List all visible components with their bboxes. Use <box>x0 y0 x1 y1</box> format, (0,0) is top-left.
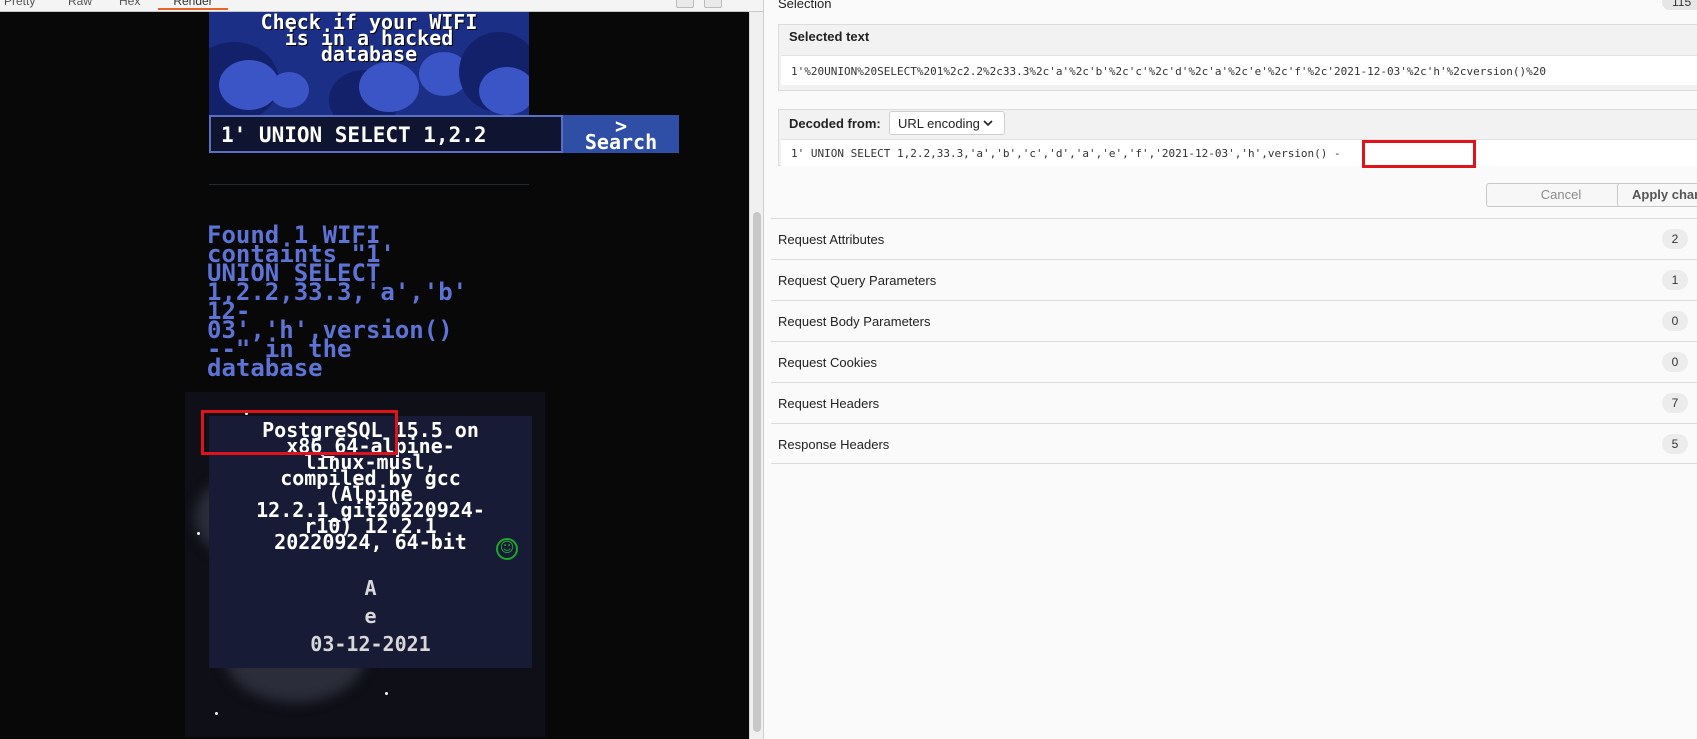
attr-row-request-headers[interactable]: Request Headers 7 <box>771 382 1697 423</box>
chevron-down-icon <box>983 120 993 127</box>
selected-text-panel: Selected text 1'%20UNION%20SELECT%201%2c… <box>778 24 1697 91</box>
attr-count-badge: 0 <box>1662 311 1688 331</box>
search-button[interactable]: > Search <box>563 115 679 153</box>
attr-label: Request Cookies <box>778 355 877 370</box>
selected-text-value[interactable]: 1'%20UNION%20SELECT%201%2c2.2%2c33.3%2c'… <box>781 55 1697 85</box>
result-field-a: A <box>364 576 377 600</box>
selection-count-badge: 115 <box>1662 0 1697 10</box>
selected-text-label: Selected text <box>789 29 870 44</box>
decoded-from-label: Decoded from: <box>789 116 881 131</box>
selection-heading: Selection <box>778 0 832 11</box>
attr-count-badge: 1 <box>1662 270 1688 290</box>
hero-banner: Check if your WIFI is in a hacked databa… <box>209 12 529 116</box>
attr-row-response-headers[interactable]: Response Headers 5 <box>771 423 1697 464</box>
decoded-panel: Decoded from: URL encoding 1' UNION SELE… <box>778 109 1697 166</box>
apply-changes-button[interactable]: Apply chan <box>1617 183 1697 207</box>
attr-row-query-parameters[interactable]: Request Query Parameters 1 <box>771 259 1697 300</box>
tab-raw[interactable]: Raw <box>68 0 92 10</box>
vertical-scrollbar[interactable] <box>749 12 763 739</box>
toggle-icon[interactable] <box>676 0 694 8</box>
cancel-button[interactable]: Cancel <box>1486 183 1636 207</box>
tab-render[interactable]: Render <box>158 0 228 10</box>
rendered-page: Check if your WIFI is in a hacked databa… <box>0 12 749 739</box>
attr-label: Request Attributes <box>778 232 885 247</box>
scrollbar-thumb[interactable] <box>753 212 761 732</box>
attr-label: Request Body Parameters <box>778 314 931 329</box>
view-tabs: Pretty Raw Hex Render <box>0 0 763 12</box>
attr-row-cookies[interactable]: Request Cookies 0 <box>771 341 1697 382</box>
response-render-pane: Pretty Raw Hex Render Check if your WIFI… <box>0 0 763 739</box>
decoding-select[interactable]: URL encoding <box>889 111 1005 135</box>
result-date: 03-12-2021 <box>310 632 431 656</box>
attr-label: Response Headers <box>778 437 890 452</box>
smiley-icon: ☺ <box>496 538 518 560</box>
postgresql-highlight-box <box>201 410 398 455</box>
attr-count-badge: 0 <box>1662 352 1688 372</box>
request-attributes-list: Request Attributes 2 Request Query Param… <box>771 218 1697 464</box>
inspector-pane: Selection 115 Selected text 1'%20UNION%2… <box>763 0 1697 739</box>
attr-label: Request Query Parameters <box>778 273 937 288</box>
hero-title: Check if your WIFI is in a hacked databa… <box>260 12 478 66</box>
divider <box>209 184 529 185</box>
decoding-value: URL encoding <box>898 116 980 131</box>
wifi-search-form: 1' UNION SELECT 1,2.2 > Search <box>209 115 679 153</box>
attr-row-request-attributes[interactable]: Request Attributes 2 <box>771 218 1697 259</box>
wifi-search-input[interactable]: 1' UNION SELECT 1,2.2 <box>209 115 563 153</box>
result-field-e: e <box>364 604 377 628</box>
attr-count-badge: 7 <box>1662 393 1688 413</box>
tab-hex[interactable]: Hex <box>119 0 140 10</box>
version-highlight-box <box>1362 140 1476 168</box>
settings-icon[interactable] <box>704 0 722 8</box>
attr-row-body-parameters[interactable]: Request Body Parameters 0 <box>771 300 1697 341</box>
attr-label: Request Headers <box>778 396 880 411</box>
tab-pretty[interactable]: Pretty <box>4 0 35 10</box>
search-result-heading: Found 1 WIFI containts "1' UNION SELECT … <box>207 221 468 382</box>
attr-count-badge: 2 <box>1662 229 1688 249</box>
attr-count-badge: 5 <box>1662 434 1688 454</box>
decoded-text-value[interactable]: 1' UNION SELECT 1,2.2,33.3,'a','b','c','… <box>781 139 1697 166</box>
